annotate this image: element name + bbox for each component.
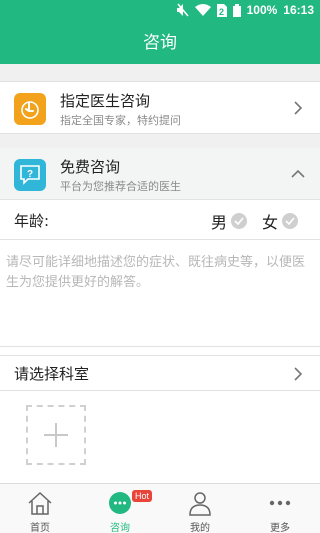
tab-mine[interactable]: 我的 (160, 484, 240, 533)
status-icons: 2 100% 16:13 (176, 3, 314, 17)
age-gender-row: 年龄: 男 女 (0, 200, 320, 240)
description-placeholder: 请尽可能详细地描述您的症状、既往病史等，以便医生为您提供更好的解答。 (6, 255, 306, 290)
status-bar: 2 100% 16:13 (0, 0, 320, 22)
doctor-consult-subtitle: 指定全国专家，特约提问 (60, 114, 181, 127)
tab-mine-label: 我的 (190, 523, 210, 533)
department-select[interactable]: 请选择科室 (0, 355, 320, 391)
check-icon (231, 213, 248, 229)
page-title: 咨询 (0, 22, 320, 64)
wifi-icon (194, 4, 211, 16)
question-bubble-icon: ? (14, 159, 46, 191)
check-icon (282, 213, 299, 229)
battery-icon (232, 3, 241, 17)
hand-pointer-icon (14, 93, 46, 125)
tab-more[interactable]: 更多 (240, 484, 320, 533)
plus-icon (44, 423, 68, 447)
divider (0, 347, 320, 355)
gender-female-option[interactable]: 女 (262, 209, 299, 233)
svg-text:?: ? (27, 169, 33, 180)
chevron-right-icon (294, 367, 303, 381)
chevron-right-icon (294, 101, 303, 115)
tab-consult-label: 咨询 (110, 523, 130, 533)
sim-icon: 2 (216, 3, 227, 17)
doctor-consult-row[interactable]: 指定医生咨询 指定全国专家，特约提问 (0, 82, 320, 134)
doctor-consult-title: 指定医生咨询 (60, 92, 151, 110)
add-photo-button[interactable] (26, 405, 86, 465)
gender-male-option[interactable]: 男 (211, 209, 248, 233)
user-icon (189, 492, 211, 516)
gender-female-label: 女 (262, 213, 279, 232)
gender-male-label: 男 (211, 213, 228, 232)
symptom-description-input[interactable]: 请尽可能详细地描述您的症状、既往病史等，以便医生为您提供更好的解答。 (0, 241, 320, 347)
tab-consult[interactable]: Hot 咨询 (80, 484, 160, 533)
clock: 16:13 (283, 3, 314, 17)
department-label: 请选择科室 (14, 365, 90, 383)
more-icon (269, 500, 291, 506)
divider (0, 134, 320, 148)
chevron-up-icon[interactable] (290, 168, 306, 180)
battery-percentage: 100% (246, 3, 278, 17)
divider (0, 64, 320, 82)
tab-more-label: 更多 (270, 523, 290, 533)
tab-home[interactable]: 首页 (0, 484, 80, 533)
chat-bubble-icon (109, 492, 131, 514)
free-consult-subtitle: 平台为您推荐合适的医生 (60, 180, 181, 193)
photo-upload-area (0, 391, 320, 483)
tab-home-label: 首页 (30, 523, 50, 533)
mute-icon (176, 3, 189, 17)
hot-badge: Hot (132, 490, 153, 502)
svg-text:2: 2 (219, 7, 224, 17)
free-consult-title: 免费咨询 (60, 158, 121, 176)
free-consult-row[interactable]: ? 免费咨询 平台为您推荐合适的医生 (0, 148, 320, 200)
home-icon (28, 491, 52, 515)
bottom-tab-bar: 首页 Hot 咨询 我的 更多 (0, 483, 320, 533)
age-label: 年龄: (14, 212, 50, 230)
